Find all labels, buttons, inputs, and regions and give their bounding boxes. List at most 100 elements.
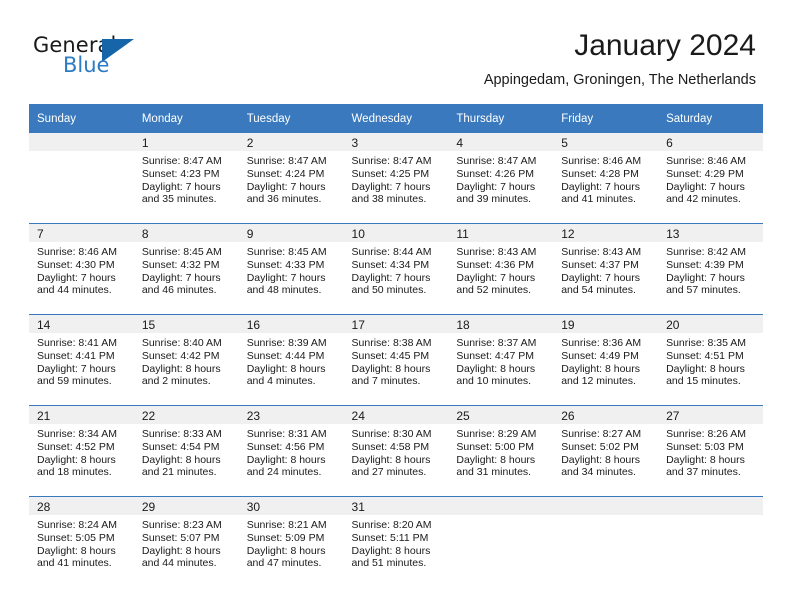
day-cell[interactable]: 16 Sunrise: 8:39 AM Sunset: 4:44 PM Dayl…	[238, 314, 344, 406]
sunset-text: Sunset: 4:41 PM	[37, 349, 115, 362]
day-number: 12	[553, 224, 659, 242]
daylight-text: Daylight: 7 hours	[246, 180, 326, 193]
calendar-page: General Blue January 2024 Appingedam, Gr…	[0, 0, 792, 612]
daylight-text-cont: and 54 minutes.	[561, 284, 636, 297]
day-details: Sunrise: 8:45 AM Sunset: 4:33 PM Dayligh…	[239, 242, 344, 297]
day-cell[interactable]: 19 Sunrise: 8:36 AM Sunset: 4:49 PM Dayl…	[553, 314, 659, 406]
day-number: 28	[29, 497, 134, 515]
day-details: Sunrise: 8:41 AM Sunset: 4:41 PM Dayligh…	[29, 333, 134, 388]
daylight-text-cont: and 37 minutes.	[666, 466, 741, 479]
daylight-text: Daylight: 8 hours	[456, 453, 536, 466]
daylight-text: Daylight: 7 hours	[666, 180, 745, 193]
weekday-header-sunday: Sunday	[29, 104, 134, 133]
day-cell[interactable]: 14 Sunrise: 8:41 AM Sunset: 4:41 PM Dayl…	[29, 314, 134, 406]
daylight-text-cont: and 2 minutes.	[141, 375, 211, 388]
day-cell[interactable]	[553, 496, 659, 587]
sunset-text: Sunset: 4:54 PM	[141, 440, 220, 453]
day-cell[interactable]: 1 Sunrise: 8:47 AM Sunset: 4:23 PM Dayli…	[133, 133, 239, 224]
day-details: Sunrise: 8:27 AM Sunset: 5:02 PM Dayligh…	[553, 424, 658, 479]
day-number: 7	[29, 224, 134, 242]
day-cell[interactable]	[658, 496, 763, 587]
day-cell[interactable]: 4 Sunrise: 8:47 AM Sunset: 4:26 PM Dayli…	[448, 133, 554, 224]
daylight-text: Daylight: 7 hours	[37, 362, 116, 375]
day-cell[interactable]: 28 Sunrise: 8:24 AM Sunset: 5:05 PM Dayl…	[29, 496, 134, 587]
sunset-text: Sunset: 5:03 PM	[666, 440, 744, 453]
day-details: Sunrise: 8:29 AM Sunset: 5:00 PM Dayligh…	[448, 424, 553, 479]
day-cell[interactable]: 12 Sunrise: 8:43 AM Sunset: 4:37 PM Dayl…	[553, 223, 659, 315]
day-cell[interactable]: 3 Sunrise: 8:47 AM Sunset: 4:25 PM Dayli…	[343, 133, 449, 224]
daylight-text-cont: and 46 minutes.	[141, 284, 217, 297]
day-cell[interactable]	[29, 133, 134, 224]
day-cell[interactable]: 18 Sunrise: 8:37 AM Sunset: 4:47 PM Dayl…	[448, 314, 554, 406]
day-cell[interactable]: 20 Sunrise: 8:35 AM Sunset: 4:51 PM Dayl…	[658, 314, 763, 406]
day-cell[interactable]: 25 Sunrise: 8:29 AM Sunset: 5:00 PM Dayl…	[448, 405, 554, 497]
day-cell[interactable]: 7 Sunrise: 8:46 AM Sunset: 4:30 PM Dayli…	[29, 223, 134, 315]
sunrise-text: Sunrise: 8:47 AM	[456, 155, 537, 167]
sunset-text: Sunset: 5:00 PM	[456, 440, 535, 453]
day-details: Sunrise: 8:20 AM Sunset: 5:11 PM Dayligh…	[344, 515, 449, 570]
sunrise-text: Sunrise: 8:46 AM	[666, 155, 747, 167]
sunrise-text: Sunrise: 8:20 AM	[351, 519, 432, 531]
sunrise-text: Sunrise: 8:40 AM	[141, 337, 222, 349]
day-cell[interactable]: 17 Sunrise: 8:38 AM Sunset: 4:45 PM Dayl…	[343, 314, 449, 406]
title-block: January 2024 Appingedam, Groningen, The …	[484, 28, 756, 89]
sunrise-text: Sunrise: 8:42 AM	[666, 246, 747, 258]
sunrise-text: Sunrise: 8:38 AM	[351, 337, 432, 349]
day-cell[interactable]: 24 Sunrise: 8:30 AM Sunset: 4:58 PM Dayl…	[343, 405, 449, 497]
day-cell[interactable]: 30 Sunrise: 8:21 AM Sunset: 5:09 PM Dayl…	[238, 496, 344, 587]
day-cell[interactable]: 6 Sunrise: 8:46 AM Sunset: 4:29 PM Dayli…	[658, 133, 763, 224]
sunrise-text: Sunrise: 8:46 AM	[561, 155, 642, 167]
day-details: Sunrise: 8:39 AM Sunset: 4:44 PM Dayligh…	[239, 333, 344, 388]
location-subtitle: Appingedam, Groningen, The Netherlands	[483, 72, 756, 88]
day-cell[interactable]: 26 Sunrise: 8:27 AM Sunset: 5:02 PM Dayl…	[553, 405, 659, 497]
daylight-text-cont: and 50 minutes.	[351, 284, 427, 297]
day-details: Sunrise: 8:40 AM Sunset: 4:42 PM Dayligh…	[134, 333, 239, 388]
daylight-text-cont: and 59 minutes.	[37, 375, 112, 388]
sunset-text: Sunset: 4:58 PM	[351, 440, 430, 453]
daylight-text-cont: and 34 minutes.	[561, 466, 636, 479]
day-cell[interactable]: 23 Sunrise: 8:31 AM Sunset: 4:56 PM Dayl…	[238, 405, 344, 497]
day-number: 11	[448, 224, 554, 242]
daylight-text-cont: and 35 minutes.	[141, 193, 217, 206]
day-cell[interactable]	[448, 496, 554, 587]
daylight-text-cont: and 44 minutes.	[37, 284, 112, 297]
day-cell[interactable]: 5 Sunrise: 8:46 AM Sunset: 4:28 PM Dayli…	[553, 133, 659, 224]
daylight-text: Daylight: 7 hours	[246, 271, 326, 284]
day-number: 14	[29, 315, 134, 333]
day-number: 17	[343, 315, 449, 333]
day-cell[interactable]: 15 Sunrise: 8:40 AM Sunset: 4:42 PM Dayl…	[133, 314, 239, 406]
day-cell[interactable]: 9 Sunrise: 8:45 AM Sunset: 4:33 PM Dayli…	[238, 223, 344, 315]
daylight-text: Daylight: 7 hours	[666, 271, 745, 284]
day-number: 24	[343, 406, 449, 424]
day-cell[interactable]: 22 Sunrise: 8:33 AM Sunset: 4:54 PM Dayl…	[133, 405, 239, 497]
week-row: 7 Sunrise: 8:46 AM Sunset: 4:30 PM Dayli…	[29, 223, 763, 315]
sunset-text: Sunset: 4:47 PM	[456, 349, 535, 362]
weekday-header-thursday: Thursday	[448, 104, 554, 133]
day-cell[interactable]: 29 Sunrise: 8:23 AM Sunset: 5:07 PM Dayl…	[133, 496, 239, 587]
sunrise-text: Sunrise: 8:36 AM	[561, 337, 642, 349]
day-cell[interactable]: 11 Sunrise: 8:43 AM Sunset: 4:36 PM Dayl…	[448, 223, 554, 315]
daylight-text: Daylight: 7 hours	[456, 271, 536, 284]
sunrise-text: Sunrise: 8:35 AM	[666, 337, 747, 349]
calendar-grid: Sunday Monday Tuesday Wednesday Thursday…	[29, 104, 763, 587]
day-details	[658, 515, 763, 519]
day-cell[interactable]: 2 Sunrise: 8:47 AM Sunset: 4:24 PM Dayli…	[238, 133, 344, 224]
sunrise-text: Sunrise: 8:47 AM	[141, 155, 222, 167]
sunrise-text: Sunrise: 8:23 AM	[141, 519, 222, 531]
day-cell[interactable]: 31 Sunrise: 8:20 AM Sunset: 5:11 PM Dayl…	[343, 496, 449, 587]
sunrise-text: Sunrise: 8:43 AM	[456, 246, 537, 258]
daylight-text-cont: and 12 minutes.	[561, 375, 636, 388]
day-number: 13	[658, 224, 763, 242]
daylight-text-cont: and 24 minutes.	[246, 466, 322, 479]
daylight-text: Daylight: 8 hours	[351, 362, 431, 375]
daylight-text: Daylight: 8 hours	[37, 544, 116, 557]
sunset-text: Sunset: 4:23 PM	[141, 167, 220, 180]
day-cell[interactable]: 21 Sunrise: 8:34 AM Sunset: 4:52 PM Dayl…	[29, 405, 134, 497]
sunset-text: Sunset: 4:32 PM	[141, 258, 220, 271]
day-cell[interactable]: 10 Sunrise: 8:44 AM Sunset: 4:34 PM Dayl…	[343, 223, 449, 315]
day-cell[interactable]: 8 Sunrise: 8:45 AM Sunset: 4:32 PM Dayli…	[133, 223, 239, 315]
sunset-text: Sunset: 4:49 PM	[561, 349, 639, 362]
day-cell[interactable]: 27 Sunrise: 8:26 AM Sunset: 5:03 PM Dayl…	[658, 405, 763, 497]
day-cell[interactable]: 13 Sunrise: 8:42 AM Sunset: 4:39 PM Dayl…	[658, 223, 763, 315]
sunset-text: Sunset: 5:07 PM	[141, 531, 220, 544]
